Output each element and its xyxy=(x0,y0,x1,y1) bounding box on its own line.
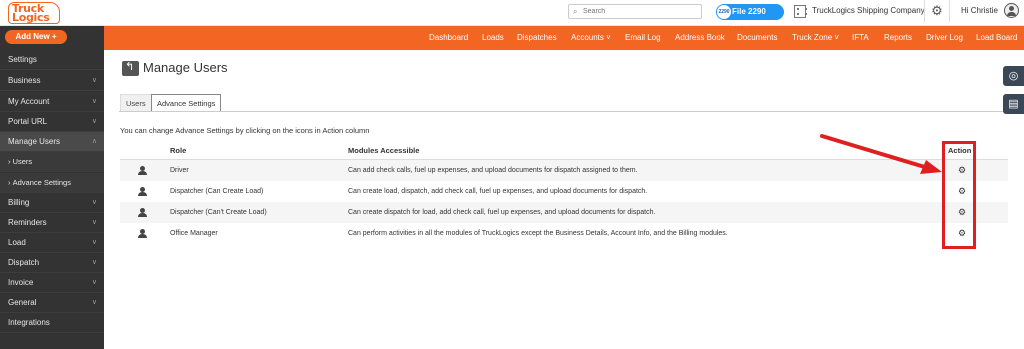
sidebar-item-label: Integrations xyxy=(8,318,50,327)
nav-address-book[interactable]: Address Book xyxy=(675,26,725,50)
sidebar-item-label: Advance Settings xyxy=(12,178,71,187)
chevron-down-icon: ∨ xyxy=(91,259,97,266)
sidebar-item-label: Invoice xyxy=(8,278,34,287)
search-icon: ⌕ xyxy=(573,7,578,16)
user-greeting[interactable]: Hi Christie xyxy=(961,6,998,15)
sidebar-item-settings[interactable]: Settings xyxy=(0,50,104,70)
tab-advance-settings[interactable]: Advance Settings xyxy=(151,94,222,112)
nav-dispatches[interactable]: Dispatches xyxy=(517,26,557,50)
sidebar-item-advance-settings[interactable]: › Advance Settings xyxy=(0,173,104,193)
page-title: Manage Users xyxy=(143,60,228,75)
chevron-down-icon: ∨ xyxy=(91,299,97,306)
table-row: Office Manager Can perform activities in… xyxy=(120,223,1008,244)
chevron-down-icon: ∨ xyxy=(91,77,97,84)
nav-accounts[interactable]: Accounts ˅ xyxy=(571,26,611,50)
sidebar-item-label: Dispatch xyxy=(8,258,40,267)
sidebar-item-label: Users xyxy=(12,157,33,166)
sidebar-item-label: Reminders xyxy=(8,218,47,227)
sidebar-item-integrations[interactable]: Integrations xyxy=(0,313,104,333)
search-box[interactable]: ⌕ xyxy=(568,4,702,19)
sidebar-item-users[interactable]: › Users xyxy=(0,152,104,172)
sidebar-item-label: Load xyxy=(8,238,26,247)
search-input[interactable] xyxy=(583,6,699,17)
sidebar-item-dispatch[interactable]: Dispatch ∨ xyxy=(0,253,104,273)
sidebar-item-invoice[interactable]: Invoice ∨ xyxy=(0,273,104,293)
nav-driver-log[interactable]: Driver Log xyxy=(926,26,963,50)
table-row: Dispatcher (Can Create Load) Can create … xyxy=(120,181,1008,202)
role-name: Dispatcher (Can't Create Load) xyxy=(170,209,267,216)
modules-accessible: Can perform activities in all the module… xyxy=(348,230,728,237)
dispatcher-user-icon xyxy=(138,208,147,218)
sidebar-item-label: My Account xyxy=(8,97,50,106)
chevron-down-icon: ∨ xyxy=(91,219,97,226)
role-name: Driver xyxy=(170,167,189,174)
sidebar-item-label: General xyxy=(8,298,37,307)
role-name: Office Manager xyxy=(170,230,218,237)
sidebar-item-my-account[interactable]: My Account ∨ xyxy=(0,92,104,112)
user-avatar-icon[interactable] xyxy=(1004,3,1019,18)
nav-documents[interactable]: Documents xyxy=(737,26,777,50)
company-name[interactable]: TruckLogics Shipping Company xyxy=(812,6,925,15)
column-header-modules: Modules Accessible xyxy=(348,146,420,155)
sidebar-item-label: Settings xyxy=(8,55,37,64)
nav-dashboard[interactable]: Dashboard xyxy=(429,26,468,50)
sidebar-item-label: Manage Users xyxy=(8,137,61,146)
main-nav-bar: Dashboard Loads Dispatches Accounts ˅ Em… xyxy=(104,26,1024,50)
sidebar: Add New + Settings Business ∨ My Account ∨… xyxy=(0,26,104,349)
file-2290-badge-icon: 2290 xyxy=(717,5,731,19)
role-name: Dispatcher (Can Create Load) xyxy=(170,188,264,195)
dispatcher-user-icon xyxy=(138,187,147,197)
sidebar-item-general[interactable]: General ∨ xyxy=(0,293,104,313)
help-lifebuoy-icon[interactable]: ◎ xyxy=(1003,66,1024,86)
back-arrow-icon[interactable] xyxy=(122,60,139,76)
column-header-role: Role xyxy=(170,146,187,155)
settings-gear-icon[interactable]: ⚙ xyxy=(924,0,950,22)
annotation-arrow xyxy=(820,134,942,174)
nav-loads[interactable]: Loads xyxy=(482,26,504,50)
instruction-text: You can change Advance Settings by click… xyxy=(120,126,370,135)
add-new-button[interactable]: Add New + xyxy=(5,30,67,44)
sidebar-item-portal-url[interactable]: Portal URL ∨ xyxy=(0,112,104,132)
annotation-highlight-box xyxy=(942,141,976,249)
chevron-down-icon: ∨ xyxy=(91,239,97,246)
notes-document-icon[interactable]: ▤ xyxy=(1003,94,1024,114)
chevron-down-icon: ∨ xyxy=(91,118,97,125)
sidebar-item-load[interactable]: Load ∨ xyxy=(0,233,104,253)
building-icon xyxy=(794,5,807,18)
sidebar-item-business[interactable]: Business ∨ xyxy=(0,71,104,91)
nav-ifta[interactable]: IFTA xyxy=(852,26,869,50)
nav-truck-zone[interactable]: Truck Zone ˅ xyxy=(792,26,839,50)
logo-text: Truck Logics xyxy=(12,2,50,24)
file-2290-button[interactable]: 2290 File 2290 Now xyxy=(716,4,784,32)
sidebar-item-reminders[interactable]: Reminders ∨ xyxy=(0,213,104,233)
driver-user-icon xyxy=(138,166,147,176)
tab-users[interactable]: Users xyxy=(120,94,152,112)
sidebar-item-label: Business xyxy=(8,76,41,85)
table-row: Dispatcher (Can't Create Load) Can creat… xyxy=(120,202,1008,223)
nav-load-board[interactable]: Load Board xyxy=(976,26,1017,50)
modules-accessible: Can create dispatch for load, add check … xyxy=(348,209,656,216)
sidebar-item-label: Portal URL xyxy=(8,117,48,126)
nav-email-log[interactable]: Email Log xyxy=(625,26,661,50)
sidebar-item-label: Billing xyxy=(8,198,30,207)
chevron-down-icon: ∨ xyxy=(91,279,97,286)
top-bar: TruckLogics ⌕ 2290 File 2290 Now TruckLo… xyxy=(0,0,1024,32)
modules-accessible: Can create load, dispatch, add check cal… xyxy=(348,188,648,195)
chevron-up-icon: ∧ xyxy=(91,138,97,145)
nav-reports[interactable]: Reports xyxy=(884,26,912,50)
tab-divider xyxy=(119,111,1010,112)
modules-accessible: Can add check calls, fuel up expenses, a… xyxy=(348,167,638,174)
sidebar-item-manage-users[interactable]: Manage Users ∧ xyxy=(0,132,104,152)
chevron-down-icon: ∨ xyxy=(91,199,97,206)
truck-logics-logo[interactable]: Truck Logics xyxy=(4,1,60,25)
sidebar-item-billing[interactable]: Billing ∨ xyxy=(0,193,104,213)
chevron-down-icon: ∨ xyxy=(91,98,97,105)
office-manager-user-icon xyxy=(138,229,147,239)
